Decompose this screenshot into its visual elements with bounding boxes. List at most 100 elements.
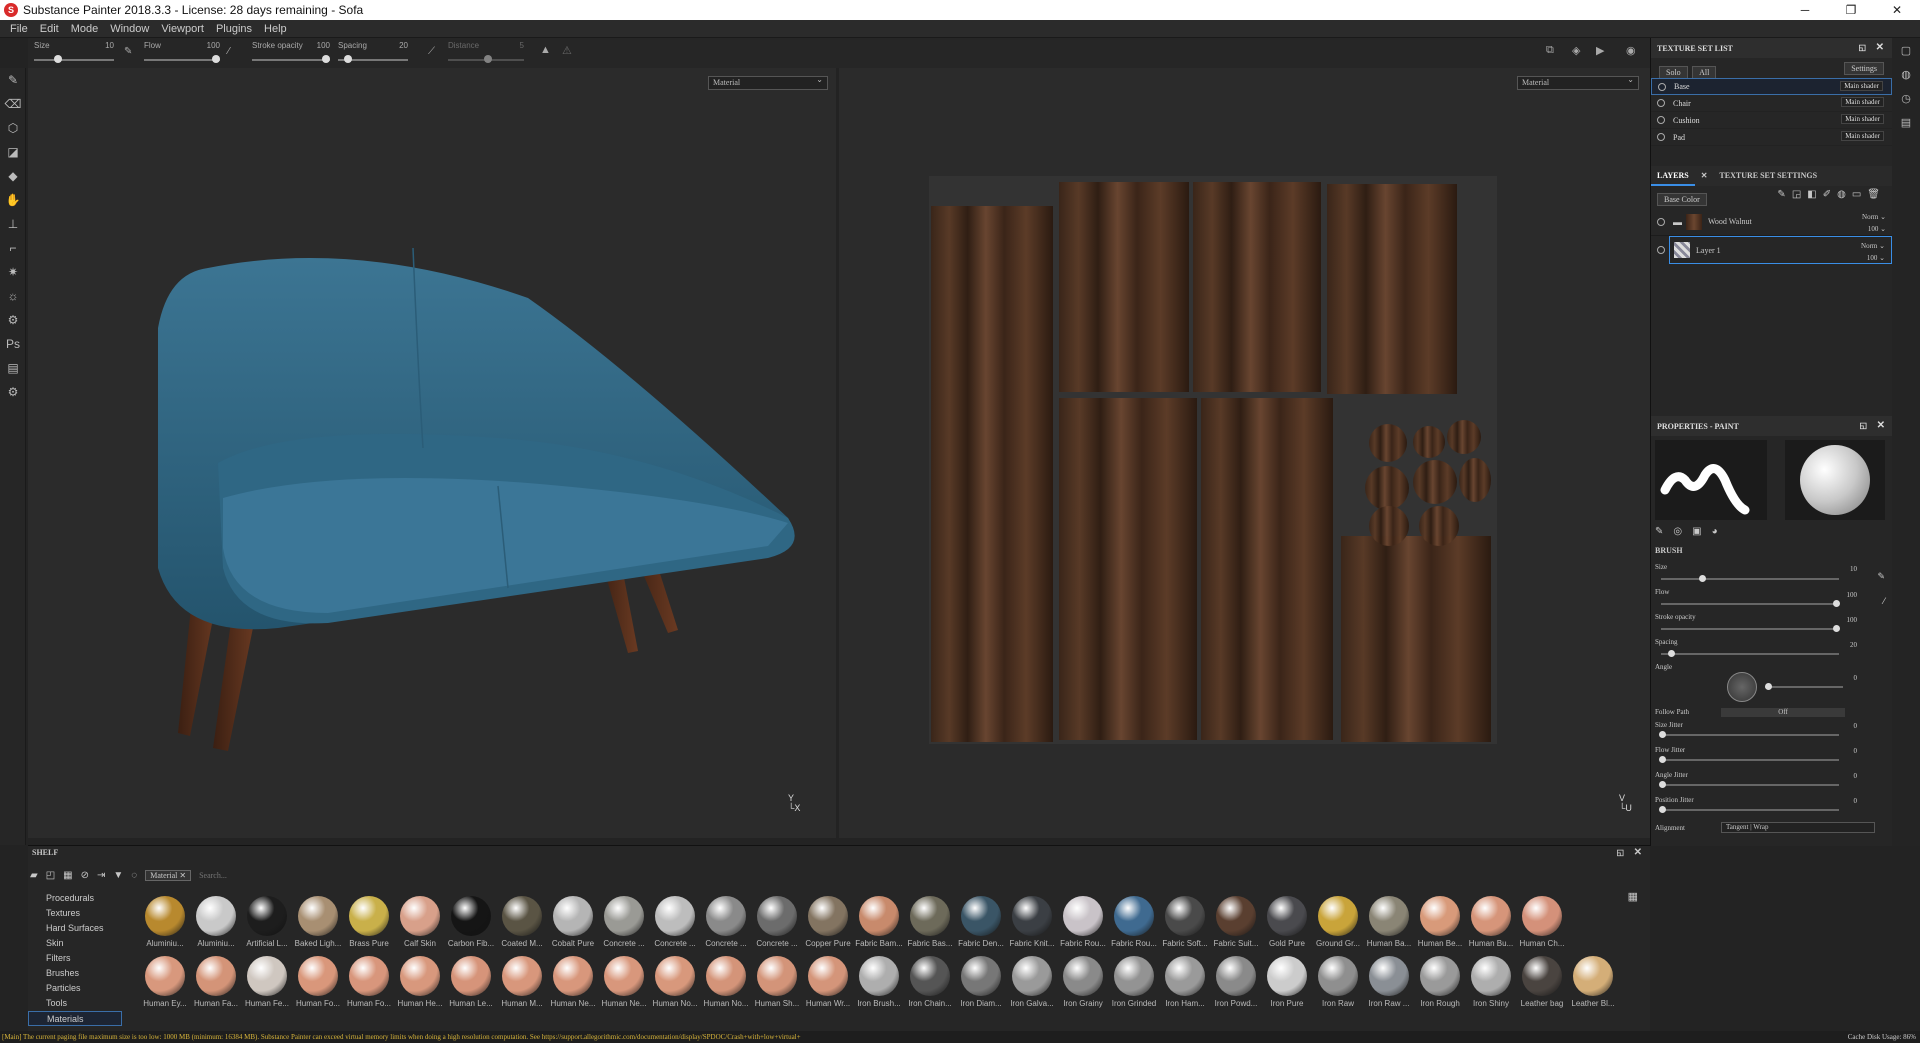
material-thumbnail[interactable]: Iron Rough [1415,956,1465,1008]
shelf-search-input[interactable] [199,870,500,880]
material-thumbnail[interactable]: Leather bag [1517,956,1567,1008]
distance-slider[interactable]: Distance 5 [448,41,524,65]
flow-knob[interactable] [1833,600,1840,607]
projection-icon[interactable]: ⬡ [0,116,26,140]
texture-set-cushion[interactable]: Cushion Main shader [1651,112,1892,129]
layer-wood-walnut[interactable]: ▬ Wood Walnut Norm ⌄ 100 ⌄ [1651,208,1892,236]
visibility-icon[interactable] [1658,82,1666,91]
position-jitter-knob[interactable] [1659,806,1666,813]
filter-tag[interactable]: Material ✕ [145,869,192,881]
stroke-opacity-track[interactable] [1661,628,1839,630]
material-thumbnail[interactable]: Fabric Bam... [854,896,904,948]
add-paint-icon[interactable]: ✐ [1823,189,1837,200]
size-slider[interactable]: Size 10 [34,41,114,65]
history-icon[interactable]: ◷ [1892,86,1920,110]
material-thumbnail[interactable]: Fabric Knit... [1007,896,1057,948]
category-filters[interactable]: Filters [28,951,122,966]
category-textures[interactable]: Textures [28,906,122,921]
material-thumbnail[interactable]: Iron Galva... [1007,956,1057,1008]
add-effect-icon[interactable]: ✎ [1777,189,1791,200]
material-thumbnail[interactable]: Copper Pure [803,896,853,948]
shader-select[interactable]: Main shader [1840,81,1883,91]
material-thumbnail[interactable]: Human Fo... [344,956,394,1008]
brush-pressure-icon[interactable]: ✎ [124,46,132,57]
material-thumbnail[interactable]: Brass Pure [344,896,394,948]
material-thumbnail[interactable]: Human Ch... [1517,896,1567,948]
material-thumbnail[interactable]: Iron Ham... [1160,956,1210,1008]
material-thumbnail[interactable]: Iron Powd... [1211,956,1261,1008]
category-tools[interactable]: Tools [28,996,122,1011]
menu-viewport[interactable]: Viewport [161,23,204,35]
pin-icon[interactable]: ◱ [1858,43,1866,52]
blend-mode[interactable]: Norm [1861,242,1877,250]
material-thumbnail[interactable]: Iron Raw ... [1364,956,1414,1008]
material-thumbnail[interactable]: Fabric Suit... [1211,896,1261,948]
brush-tab-icon[interactable]: ✎ [1655,526,1673,537]
material-thumbnail[interactable]: Human Fe... [242,956,292,1008]
position-jitter-track[interactable] [1661,809,1839,811]
material-thumbnail[interactable]: Concrete ... [752,896,802,948]
shader-select[interactable]: Main shader [1841,131,1884,141]
size-jitter-knob[interactable] [1659,731,1666,738]
tab-layers[interactable]: LAYERS [1651,166,1695,186]
category-procedurals[interactable]: Procedurals [28,891,122,906]
material-thumbnail[interactable]: Calf Skin [395,896,445,948]
alpha-tab-icon[interactable]: ◎ [1673,526,1692,537]
material-thumbnail[interactable]: Aluminiu... [191,896,241,948]
material-thumbnail[interactable]: Human Ey... [140,956,190,1008]
flow-pressure-icon[interactable]: ⁄ [1883,596,1885,606]
material-thumbnail[interactable]: Human Fa... [191,956,241,1008]
flow-slider[interactable]: Flow 100 [144,41,220,65]
pin-icon[interactable]: ◱ [1616,848,1624,857]
smudge-icon[interactable]: ✋ [0,188,26,212]
material-thumbnail[interactable]: Artificial L... [242,896,292,948]
flow-jitter-track[interactable] [1661,759,1839,761]
blend-mode[interactable]: Norm [1862,213,1878,221]
material-thumbnail[interactable]: Human Fo... [293,956,343,1008]
viewport-3d[interactable]: Material Y└X [28,68,836,838]
layer-opacity[interactable]: 100 [1868,225,1879,233]
material-thumbnail[interactable]: Iron Shiny [1466,956,1516,1008]
material-thumbnail[interactable]: Human No... [650,956,700,1008]
follow-path-toggle[interactable]: Off [1721,708,1845,717]
material-thumbnail[interactable]: Fabric Rou... [1058,896,1108,948]
material-thumbnail[interactable]: Ground Gr... [1313,896,1363,948]
import-icon[interactable]: ⇥ [97,870,105,881]
material-thumbnail[interactable]: Concrete ... [599,896,649,948]
spacing-knob[interactable] [1667,650,1675,657]
settings-button[interactable]: Settings [1844,62,1884,75]
material-thumbnail[interactable]: Human Ba... [1364,896,1414,948]
settings-icon[interactable]: ⚙ [0,380,26,404]
close-shelf-icon[interactable]: ✕ [1634,847,1642,858]
pin-icon[interactable]: ◱ [1859,421,1867,430]
visibility-icon[interactable] [1657,133,1665,141]
material-thumbnail[interactable]: Human Wr... [803,956,853,1008]
angle-dial[interactable] [1727,672,1757,702]
shader-settings-icon[interactable]: ◍ [1892,62,1920,86]
material-thumbnail[interactable]: Human He... [395,956,445,1008]
polygon-fill-icon[interactable]: ◆ [0,164,26,188]
eraser-icon[interactable]: ⌫ [0,92,26,116]
spacing-slider[interactable]: Spacing 20 [338,41,408,65]
flow-track[interactable] [1661,603,1839,605]
material-thumbnail[interactable]: Human No... [701,956,751,1008]
material-thumbnail[interactable]: Aluminiu... [140,896,190,948]
material-thumbnail[interactable]: Human Bu... [1466,896,1516,948]
category-brushes[interactable]: Brushes [28,966,122,981]
shader-select[interactable]: Main shader [1841,114,1884,124]
viewport-2d[interactable]: Material V└U [839,68,1651,838]
material-tab-icon[interactable]: ◕ [1712,526,1728,537]
save-icon[interactable]: ▦ [63,870,72,881]
texture-set-pad[interactable]: Pad Main shader [1651,129,1892,146]
visibility-icon[interactable] [1657,116,1665,124]
angle-knob[interactable] [1765,683,1772,690]
add-mask-icon[interactable]: ◲ [1792,189,1807,200]
material-thumbnail[interactable]: Gold Pure [1262,896,1312,948]
menu-window[interactable]: Window [110,23,149,35]
material-thumbnail[interactable]: Iron Chain... [905,956,955,1008]
angle-track[interactable] [1765,686,1843,688]
category-materials[interactable]: Materials [28,1011,122,1026]
material-thumbnail[interactable]: Human Le... [446,956,496,1008]
material-thumbnail[interactable]: Fabric Soft... [1160,896,1210,948]
script-icon[interactable]: ▤ [0,356,26,380]
